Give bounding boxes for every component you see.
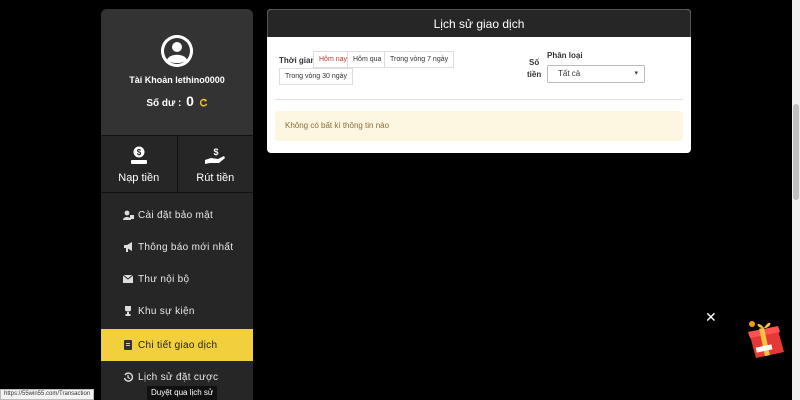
time-option-yesterday[interactable]: Hôm qua xyxy=(347,51,388,68)
sidebar-item-security[interactable]: Cài đặt bảo mật xyxy=(101,199,253,231)
sidebar-item-transaction-details[interactable]: Chi tiết giao dịch xyxy=(101,329,253,361)
user-avatar-icon xyxy=(161,35,193,67)
sidebar-item-label: Chi tiết giao dịch xyxy=(138,339,218,351)
withdraw-hand-icon: $ xyxy=(178,146,254,166)
document-icon xyxy=(122,340,134,350)
time-option-30-days[interactable]: Trong vòng 30 ngày xyxy=(279,68,354,85)
withdraw-button[interactable]: $ Rút tiền xyxy=(176,136,254,192)
divider xyxy=(275,99,683,100)
money-actions: $ Nạp tiền $ Rút tiền xyxy=(101,135,253,193)
balance-row: Số dư : 0 xyxy=(101,93,253,110)
category-value: Tất cả xyxy=(558,69,581,78)
deposit-label: Nạp tiền xyxy=(118,172,160,184)
sidebar-item-label: Thư nội bộ xyxy=(138,273,190,285)
close-icon[interactable]: ✕ xyxy=(705,309,717,326)
account-name: Tài Khoản lethino0000 xyxy=(129,75,225,85)
account-sidebar: Tài Khoản lethino0000 Số dư : 0 $ Nạp ti… xyxy=(101,9,253,400)
amount-label-2: tiền xyxy=(527,70,542,79)
balance-label: Số dư : xyxy=(146,98,182,109)
time-filter-label: Thời gian xyxy=(279,56,316,65)
category-select[interactable]: Tất cả ▾ xyxy=(547,65,645,83)
gift-box-icon[interactable] xyxy=(742,316,790,360)
megaphone-icon xyxy=(122,242,134,252)
tooltip: Duyệt qua lịch sử xyxy=(147,386,218,400)
trophy-icon xyxy=(122,306,134,316)
sidebar-menu: Cài đặt bảo mật Thông báo mới nhất Thư n… xyxy=(101,199,253,393)
sidebar-item-notifications[interactable]: Thông báo mới nhất xyxy=(101,231,253,263)
profile-card: Tài Khoản lethino0000 Số dư : 0 xyxy=(101,9,253,135)
avatar[interactable] xyxy=(161,35,193,67)
envelope-icon xyxy=(122,275,134,283)
user-lock-icon xyxy=(122,210,134,220)
empty-state-message: Không có bất kì thông tin nào xyxy=(275,111,683,141)
withdraw-label: Rút tiền xyxy=(196,172,235,184)
svg-text:$: $ xyxy=(214,147,219,157)
time-option-7-days[interactable]: Trong vòng 7 ngày xyxy=(384,51,455,68)
transaction-history-panel: Lịch sử giao dịch Thời gian Hôm nay Hôm … xyxy=(267,9,691,153)
sidebar-item-label: Lịch sử đặt cược xyxy=(138,371,219,383)
svg-text:$: $ xyxy=(137,148,142,157)
page-scrollbar[interactable] xyxy=(792,0,800,400)
category-label: Phân loại xyxy=(547,51,583,60)
chevron-down-icon: ▾ xyxy=(634,70,638,77)
sidebar-item-label: Khu sự kiện xyxy=(138,305,195,317)
refresh-icon[interactable] xyxy=(199,98,208,110)
balance-value: 0 xyxy=(186,93,194,109)
page-title: Lịch sử giao dịch xyxy=(267,9,691,37)
dollar-hand-icon: $ xyxy=(101,146,177,166)
history-icon xyxy=(122,372,134,382)
sidebar-item-label: Thông báo mới nhất xyxy=(138,241,234,253)
deposit-button[interactable]: $ Nạp tiền xyxy=(101,136,177,192)
sidebar-item-events[interactable]: Khu sự kiện xyxy=(101,295,253,327)
amount-label-1: Số xyxy=(529,58,540,67)
sidebar-item-label: Cài đặt bảo mật xyxy=(138,209,214,221)
scrollbar-thumb[interactable] xyxy=(793,104,799,200)
filter-bar: Thời gian Hôm nay Hôm qua Trong vòng 7 n… xyxy=(279,49,679,93)
sidebar-item-inbox[interactable]: Thư nội bộ xyxy=(101,263,253,295)
status-url: https://55win55.com/Transaction xyxy=(0,389,95,400)
